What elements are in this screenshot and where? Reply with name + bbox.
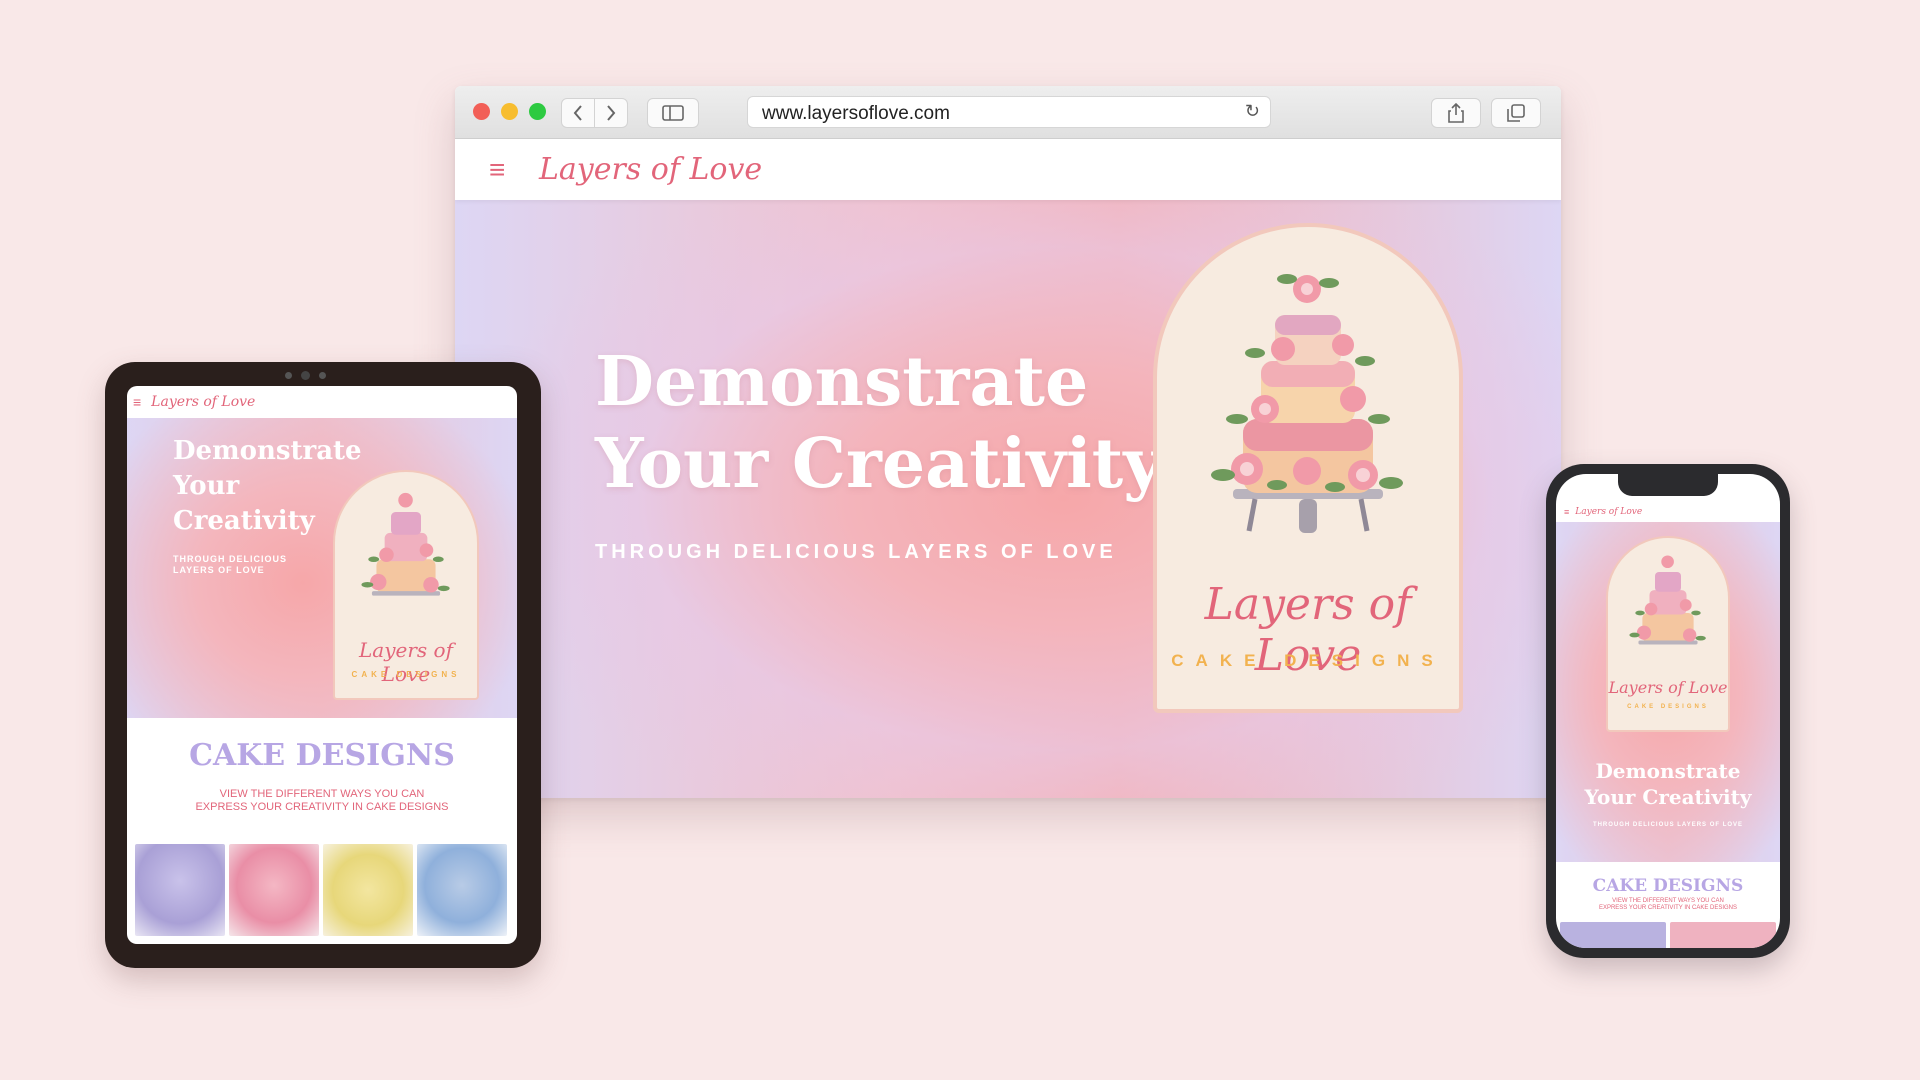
hamburger-icon[interactable]: ≡ <box>489 154 517 186</box>
cake-illustration-icon <box>361 492 450 596</box>
forward-button[interactable] <box>594 98 628 128</box>
tablet-camera <box>301 371 310 380</box>
tablet-hero-subtitle: THROUGH DELICIOUS LAYERS OF LOVE <box>173 554 288 575</box>
tablet-screen: ≡ Layers of Love Demonstrate Your Creati… <box>127 386 517 944</box>
tablet-logo-badge: Layers of Love CAKE DESIGNS <box>333 470 479 700</box>
phone-badge-script: Layers of Love <box>1608 678 1728 697</box>
logo-badge: Layers of Love CAKE DESIGNS <box>1153 223 1463 713</box>
sidebar-toggle-button[interactable] <box>647 98 699 128</box>
phone-hero-subtitle: THROUGH DELICIOUS LAYERS OF LOVE <box>1592 822 1744 828</box>
cake-thumbnail-lavender[interactable] <box>135 844 225 936</box>
hero-title-line2: Your Creativity <box>595 424 1163 504</box>
tablet-section-title: CAKE DESIGNS <box>189 738 455 773</box>
browser-toolbar: www.layersoflove.com ↻ <box>455 86 1561 139</box>
hamburger-icon[interactable]: ≡ <box>133 394 141 410</box>
maximize-window-button[interactable] <box>529 103 546 120</box>
address-bar[interactable]: www.layersoflove.com ↻ <box>747 96 1271 128</box>
share-icon <box>1448 103 1464 123</box>
phone-notch <box>1618 474 1718 496</box>
tabs-icon <box>1507 104 1525 122</box>
cake-illustration-icon <box>1629 555 1706 645</box>
share-button[interactable] <box>1431 98 1481 128</box>
tablet-section-sub-line1: VIEW THE DIFFERENT WAYS YOU CAN <box>219 788 425 800</box>
chevron-right-icon <box>607 105 616 121</box>
phone-hero: Layers of Love CAKE DESIGNS Demonstrate … <box>1556 522 1780 862</box>
tabs-button[interactable] <box>1491 98 1541 128</box>
hamburger-icon[interactable]: ≡ <box>1564 507 1569 517</box>
phone-hero-title: Demonstrate Your Creativity <box>1556 758 1780 810</box>
tablet-section-subtitle: VIEW THE DIFFERENT WAYS YOU CAN EXPRESS … <box>127 788 517 814</box>
phone-title-line1: Demonstrate <box>1595 759 1741 783</box>
badge-sub-text: CAKE DESIGNS <box>1171 651 1445 670</box>
tablet-site-logo[interactable]: Layers of Love <box>151 394 255 410</box>
cake-illustration-icon <box>1211 274 1403 533</box>
url-text: www.layersoflove.com <box>762 103 950 124</box>
desktop-browser-window: www.layersoflove.com ↻ ≡ Layers of Love … <box>455 86 1561 798</box>
phone-cake-thumbnail-pink[interactable] <box>1670 922 1776 948</box>
site-navbar: ≡ Layers of Love <box>455 139 1561 200</box>
tablet-hero-title: Demonstrate Your Creativity <box>173 434 362 539</box>
hero-title-line1: Demonstrate <box>595 342 1089 422</box>
phone-cake-thumbnail-lavender[interactable] <box>1560 922 1666 948</box>
tablet-hero: Demonstrate Your Creativity THROUGH DELI… <box>127 418 517 718</box>
tablet-sensor <box>285 372 292 379</box>
tablet-sensor-2 <box>319 372 326 379</box>
back-button[interactable] <box>561 98 595 128</box>
phone-badge-sub: CAKE DESIGNS <box>1627 704 1709 710</box>
sidebar-icon <box>662 105 684 121</box>
phone-navbar: ≡ Layers of Love <box>1556 502 1780 522</box>
cake-thumbnail-pink[interactable] <box>229 844 319 936</box>
hero-section: Demonstrate Your Creativity THROUGH DELI… <box>455 199 1561 798</box>
minimize-window-button[interactable] <box>501 103 518 120</box>
phone-section-title: CAKE DESIGNS <box>1592 876 1744 896</box>
phone-section-subtitle: VIEW THE DIFFERENT WAYS YOU CAN EXPRESS … <box>1556 898 1780 912</box>
cake-thumbnail-blue[interactable] <box>417 844 507 936</box>
cake-thumbnail-yellow[interactable] <box>323 844 413 936</box>
phone-site-logo[interactable]: Layers of Love <box>1575 507 1642 517</box>
tablet-navbar: ≡ Layers of Love <box>127 386 517 419</box>
reload-icon[interactable]: ↻ <box>1245 101 1260 122</box>
hero-subtitle: THROUGH DELICIOUS LAYERS OF LOVE <box>595 541 1117 563</box>
phone-section-sub-line1: VIEW THE DIFFERENT WAYS YOU CAN <box>1612 898 1724 904</box>
phone-title-line2: Your Creativity <box>1584 785 1752 809</box>
phone-section-sub-line2: EXPRESS YOUR CREATIVITY IN CAKE DESIGNS <box>1598 905 1738 911</box>
hero-title: Demonstrate Your Creativity <box>595 341 1163 505</box>
tablet-badge-sub: CAKE DESIGNS <box>351 670 461 679</box>
site-logo[interactable]: Layers of Love <box>539 152 762 187</box>
tablet-device: ≡ Layers of Love Demonstrate Your Creati… <box>105 362 541 968</box>
tablet-title-line3: Creativity <box>173 506 315 536</box>
close-window-button[interactable] <box>473 103 490 120</box>
chevron-left-icon <box>573 105 582 121</box>
tablet-title-line1: Demonstrate <box>173 436 362 466</box>
phone-device: ≡ Layers of Love Layers of Love CAKE DES… <box>1546 464 1790 958</box>
tablet-title-line2: Your <box>173 471 240 501</box>
phone-logo-badge: Layers of Love CAKE DESIGNS <box>1606 536 1730 732</box>
tablet-section-sub-line2: EXPRESS YOUR CREATIVITY IN CAKE DESIGNS <box>195 801 449 813</box>
phone-screen: ≡ Layers of Love Layers of Love CAKE DES… <box>1556 474 1780 948</box>
